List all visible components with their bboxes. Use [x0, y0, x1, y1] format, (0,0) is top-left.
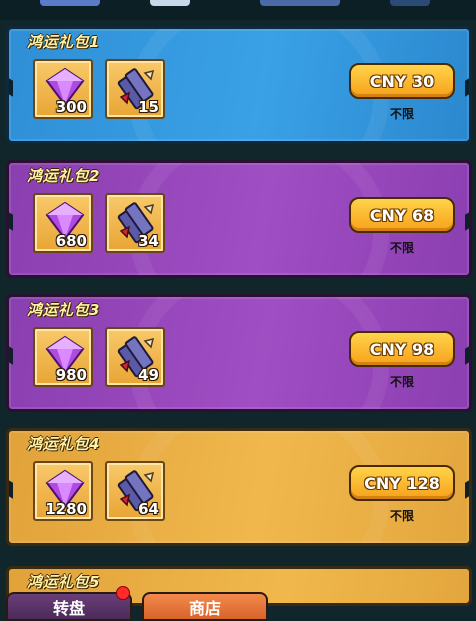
card-notch-right	[465, 211, 469, 231]
purchase-limit-label: 不限	[389, 509, 414, 523]
gem-reward-slot[interactable]: 980	[33, 327, 93, 387]
gem-count: 980	[55, 366, 87, 384]
notification-badge	[116, 586, 130, 600]
purchase-limit-label: 不限	[389, 375, 414, 389]
gift-pack-card-3: 鸿运礼包3 980 49 CNY 98 不限	[6, 294, 472, 412]
pack-title: 鸿运礼包3	[27, 301, 100, 319]
card-notch-left	[9, 345, 13, 365]
card-notch-right	[465, 77, 469, 97]
pack-title: 鸿运礼包5	[27, 573, 100, 591]
pack-title: 鸿运礼包1	[27, 33, 100, 51]
card-notch-right	[465, 345, 469, 365]
card-notch-right	[465, 479, 469, 499]
tab-wheel[interactable]: 转盘	[6, 592, 132, 621]
buy-button[interactable]: CNY 98	[349, 331, 455, 367]
card-notch-left	[9, 77, 13, 97]
gift-pack-card-2: 鸿运礼包2 680 34 CNY 68 不限	[6, 160, 472, 278]
scroll-count: 49	[138, 366, 159, 384]
gem-count: 300	[55, 98, 87, 116]
gem-count: 1280	[45, 500, 87, 518]
scroll-reward-slot[interactable]: 64	[105, 461, 165, 521]
gift-pack-card-4: 鸿运礼包4 1280 64 CNY 128 不限	[6, 428, 472, 546]
pack-title: 鸿运礼包2	[27, 167, 100, 185]
buy-button[interactable]: CNY 128	[349, 465, 455, 501]
gem-reward-slot[interactable]: 1280	[33, 461, 93, 521]
scroll-reward-slot[interactable]: 34	[105, 193, 165, 253]
scroll-reward-slot[interactable]: 15	[105, 59, 165, 119]
purchase-limit-label: 不限	[389, 107, 414, 121]
scroll-count: 64	[138, 500, 159, 518]
scroll-count: 15	[138, 98, 159, 116]
card-notch-left	[9, 479, 13, 499]
purchase-limit-label: 不限	[389, 241, 414, 255]
top-banner-strip	[0, 0, 476, 20]
tab-shop[interactable]: 商店	[142, 592, 268, 621]
buy-button[interactable]: CNY 68	[349, 197, 455, 233]
card-notch-left	[9, 211, 13, 231]
pack-title: 鸿运礼包4	[27, 435, 100, 453]
scroll-reward-slot[interactable]: 49	[105, 327, 165, 387]
gem-reward-slot[interactable]: 300	[33, 59, 93, 119]
buy-button[interactable]: CNY 30	[349, 63, 455, 99]
gem-reward-slot[interactable]: 680	[33, 193, 93, 253]
scroll-count: 34	[138, 232, 159, 250]
gift-pack-card-1: 鸿运礼包1 300 15 CNY 30 不限	[6, 26, 472, 144]
gem-count: 680	[55, 232, 87, 250]
